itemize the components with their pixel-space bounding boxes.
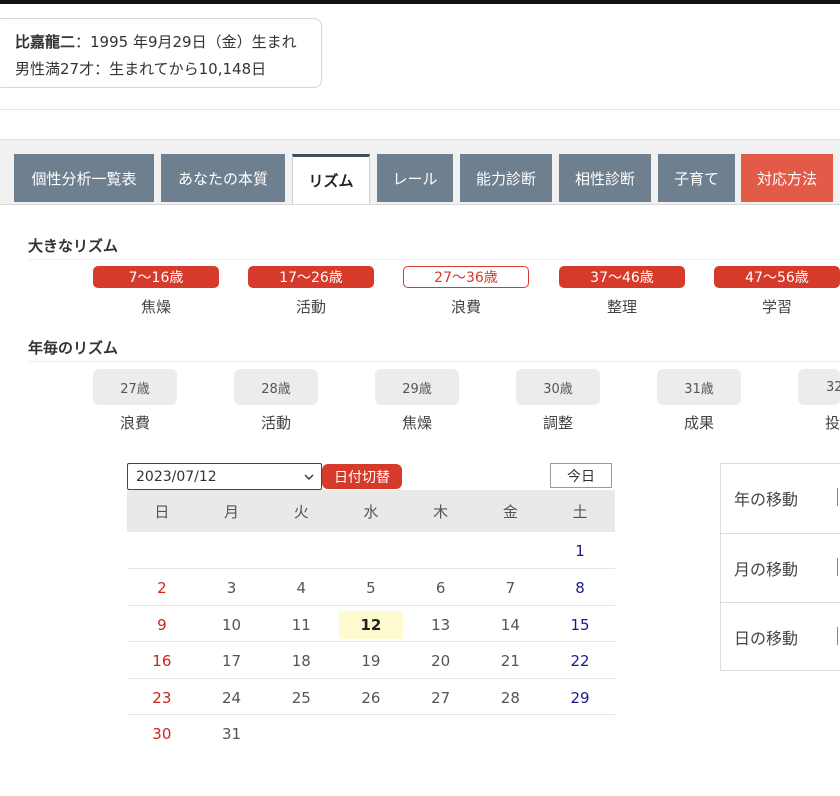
calendar-day-today[interactable]: 12: [338, 610, 403, 639]
month-move-button[interactable]: 月の移動: [721, 533, 840, 601]
calendar-day[interactable]: 13: [409, 611, 473, 639]
divider: [28, 259, 840, 260]
date-switch-button[interactable]: 日付切替: [322, 464, 402, 489]
calendar-day[interactable]: 5: [339, 574, 403, 602]
calendar-day[interactable]: 10: [200, 611, 264, 639]
calendar-day[interactable]: 19: [339, 647, 403, 675]
date-select[interactable]: 2023/07/12: [127, 463, 322, 490]
calendar-day[interactable]: 26: [339, 684, 403, 712]
year-age-badge: 32: [798, 369, 840, 405]
weekday-label: 月: [224, 502, 240, 521]
tab-parenting[interactable]: 子育て: [658, 154, 735, 202]
calendar-day[interactable]: 28: [478, 684, 542, 712]
calendar-day[interactable]: 17: [200, 647, 264, 675]
calendar-day[interactable]: 7: [478, 574, 542, 602]
tab-rail[interactable]: レール: [377, 154, 453, 202]
calendar-week-row: 1: [127, 532, 615, 568]
calendar-day[interactable]: 8: [548, 574, 612, 602]
big-rhythm-label: 学習: [761, 298, 792, 316]
calendar-day[interactable]: 27: [409, 684, 473, 712]
move-panel: 年の移動 月の移動 日の移動: [720, 463, 840, 671]
weekday-label: 金: [502, 502, 518, 521]
calendar-day[interactable]: 23: [130, 684, 194, 712]
year-rhythm-label: 活動: [260, 414, 291, 432]
weekday-label: 土: [572, 502, 588, 521]
year-move-button[interactable]: 年の移動: [721, 464, 840, 532]
profile-birth-row: 比嘉龍二：1995 年9月29日（金）生まれ: [15, 29, 321, 56]
calendar-day[interactable]: 14: [478, 611, 542, 639]
big-rhythm-range: 47〜56歳: [714, 266, 840, 288]
tab-rhythm[interactable]: リズム: [292, 154, 370, 204]
calendar-day[interactable]: 9: [130, 611, 194, 639]
year-age-badge: 31歳: [657, 369, 741, 405]
move-label: 月の移動: [734, 559, 799, 579]
year-age-badge: 30歳: [516, 369, 600, 405]
tab-personality-list[interactable]: 個性分析一覧表: [14, 154, 154, 202]
move-label: 年の移動: [734, 490, 799, 509]
calendar-day[interactable]: 24: [200, 684, 264, 712]
profile-birth: ：1995 年9月29日（金）生まれ: [75, 33, 297, 51]
year-rhythm-label: 焦燥: [401, 414, 432, 432]
calendar-day[interactable]: 22: [548, 647, 612, 675]
profile-name: 比嘉龍二: [15, 33, 76, 51]
big-rhythm-range: 17〜26歳: [248, 266, 374, 288]
calendar-week-row: 2345678: [127, 568, 615, 605]
calendar-day[interactable]: 20: [409, 647, 473, 675]
weekday-label: 水: [363, 502, 379, 521]
move-label: 日の移動: [734, 628, 799, 648]
divider: [28, 361, 840, 362]
date-select-value: 2023/07/12: [136, 468, 217, 485]
tab-compatibility[interactable]: 相性診断: [559, 154, 651, 202]
calendar-week-row: 30 31: [127, 714, 615, 751]
big-rhythm-title: 大きなリズム: [28, 237, 119, 255]
calendar-week-row: 9 10 11 12 13 14 15: [127, 604, 615, 642]
year-age-badge: 28歳: [234, 369, 318, 405]
big-rhythm-range: 7〜16歳: [93, 266, 219, 288]
yearly-rhythm-title: 年毎のリズム: [28, 339, 119, 357]
weekday-label: 日: [154, 502, 170, 521]
chevron-down-icon: [303, 467, 315, 491]
profile-age: 男性満27才：生まれてから10,148日: [15, 60, 267, 78]
big-rhythm-label: 浪費: [450, 298, 481, 316]
tab-essence[interactable]: あなたの本質: [161, 154, 285, 202]
calendar-day[interactable]: 21: [478, 647, 542, 675]
weekday-label: 木: [433, 502, 449, 521]
calendar-day[interactable]: 1: [548, 537, 612, 565]
calendar-week-row: 16 17 18 19 20 21 22: [127, 641, 615, 678]
calendar-day[interactable]: 6: [409, 574, 473, 602]
calendar-day[interactable]: 30: [130, 720, 194, 748]
year-rhythm-label: 調整: [542, 414, 573, 432]
calendar-day[interactable]: 18: [269, 647, 333, 675]
year-age-badge: 27歳: [93, 369, 177, 405]
profile-card: 比嘉龍二：1995 年9月29日（金）生まれ 男性満27才：生まれてから10,1…: [0, 18, 322, 88]
year-age-badge: 29歳: [375, 369, 459, 405]
calendar-day[interactable]: 2: [130, 574, 194, 602]
calendar-day[interactable]: 11: [269, 611, 333, 639]
big-rhythm-range: 37〜46歳: [559, 266, 685, 288]
day-move-button[interactable]: 日の移動: [721, 602, 840, 670]
divider: [0, 109, 840, 110]
calendar-day[interactable]: 4: [269, 574, 333, 602]
year-rhythm-label: 浪費: [119, 414, 150, 432]
weekday-label: 火: [293, 502, 309, 521]
top-bar: [0, 0, 840, 4]
calendar-day[interactable]: 31: [200, 720, 264, 748]
tab-bar: 個性分析一覧表 あなたの本質 リズム レール 能力診断 相性診断 子育て 対応方…: [0, 139, 840, 205]
calendar-day[interactable]: 16: [130, 647, 194, 675]
year-rhythm-label: 成果: [683, 414, 714, 432]
calendar-day[interactable]: 3: [200, 574, 264, 602]
big-rhythm-label: 整理: [606, 298, 637, 316]
calendar-header: 日 月 火 水 木 金 土: [127, 490, 615, 532]
tab-response[interactable]: 対応方法: [741, 154, 833, 202]
year-rhythm-label: 投: [825, 414, 840, 432]
big-rhythm-label: 活動: [295, 298, 326, 316]
calendar-week-row: 23 24 25 26 27 28 29: [127, 677, 615, 715]
big-rhythm-range-current: 27〜36歳: [403, 266, 529, 288]
big-rhythm-label: 焦燥: [140, 298, 171, 316]
today-button[interactable]: 今日: [550, 463, 612, 488]
calendar-day[interactable]: 25: [269, 684, 333, 712]
calendar-day[interactable]: 15: [548, 611, 612, 639]
tab-ability[interactable]: 能力診断: [460, 154, 552, 202]
calendar-day[interactable]: 29: [548, 684, 612, 712]
